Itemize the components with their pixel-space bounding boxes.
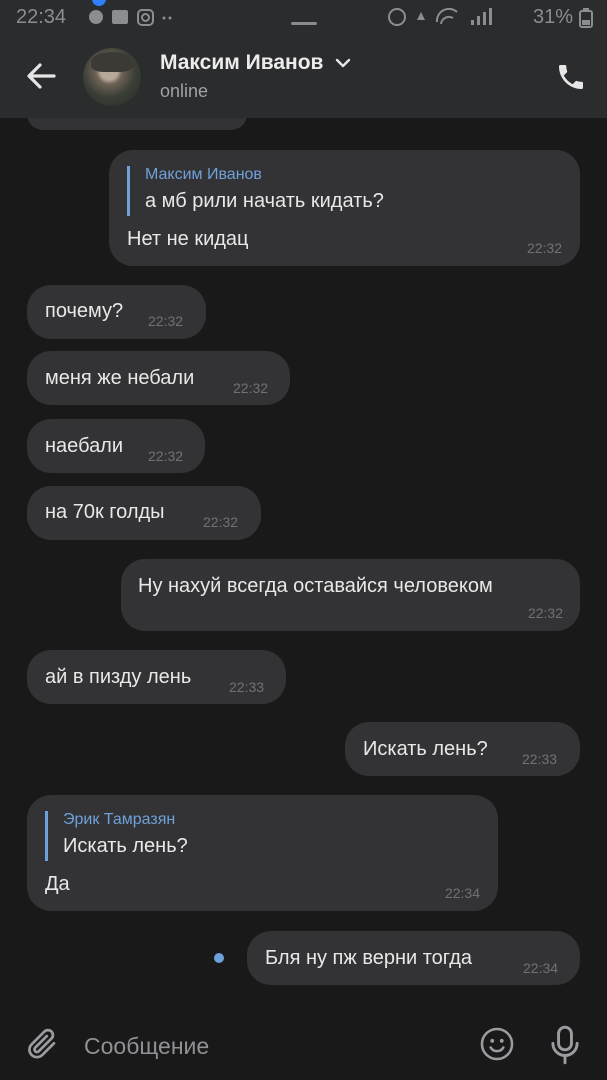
message-text: Нет не кидац — [127, 228, 249, 250]
chat-header: Максим Иванов online — [0, 36, 607, 118]
back-button[interactable] — [22, 54, 62, 98]
reply-quote[interactable]: Эрик Тамразян Искать лень? — [45, 811, 188, 861]
message-bubble-incoming[interactable]: наебали 22:32 — [27, 419, 205, 473]
message-time: 22:32 — [148, 448, 184, 464]
message-bubble-incoming[interactable]: ай в пизду лень 22:33 — [27, 650, 286, 704]
message-time: 22:34 — [523, 960, 559, 976]
message-bubble-outgoing[interactable]: Искать лень? 22:33 — [345, 722, 580, 776]
reply-text: а мб рили начать кидать? — [145, 190, 384, 212]
smiley-icon — [480, 1027, 514, 1061]
message-text: на 70к голды — [45, 501, 165, 523]
message-bubble-outgoing[interactable]: Максим Иванов а мб рили начать кидать? Н… — [109, 150, 580, 266]
reply-text: Искать лень? — [63, 835, 188, 857]
message-time: 22:33 — [229, 679, 265, 695]
message-text: Искать лень? — [363, 738, 488, 760]
voice-message-button[interactable] — [548, 1024, 582, 1066]
message-time: 22:32 — [148, 313, 184, 329]
contact-avatar[interactable] — [83, 48, 141, 106]
message-text: наебали — [45, 435, 124, 457]
message-time: 22:32 — [203, 514, 239, 530]
message-input[interactable] — [84, 1026, 444, 1066]
message-time: 22:34 — [444, 885, 480, 901]
contact-name-button[interactable]: Максим Иванов — [160, 51, 351, 75]
unread-indicator — [214, 953, 224, 963]
reply-quote[interactable]: Максим Иванов а мб рили начать кидать? — [127, 166, 384, 216]
message-time: 22:32 — [527, 605, 563, 621]
status-bar: 22:34 31% — [0, 0, 607, 36]
chevron-down-icon — [335, 51, 351, 75]
message-text: почему? — [45, 300, 124, 322]
battery-percent: 31% — [532, 6, 573, 28]
message-bubble-incoming[interactable]: меня же небали 22:32 — [27, 351, 290, 405]
battery-icon — [579, 8, 593, 34]
message-list[interactable]: Максим Иванов а мб рили начать кидать? Н… — [0, 118, 607, 1006]
attach-button[interactable] — [24, 1026, 60, 1062]
status-time: 22:34 — [16, 6, 67, 28]
phone-icon — [559, 65, 583, 89]
message-bubble-incoming[interactable]: почему? 22:32 — [27, 285, 206, 339]
message-text: меня же небали — [45, 367, 195, 389]
message-text: Да — [45, 873, 70, 895]
contact-name: Максим Иванов — [160, 51, 324, 74]
message-text: ай в пизду лень — [45, 666, 192, 688]
message-bubble-outgoing[interactable]: Бля ну пж верни тогда 22:34 — [247, 931, 580, 985]
composer-bar — [0, 1006, 607, 1080]
system-icons — [387, 6, 507, 33]
emoji-button[interactable] — [478, 1025, 516, 1063]
microphone-icon — [551, 1025, 579, 1065]
reply-author: Эрик Тамразян — [63, 811, 176, 828]
contact-status: online — [160, 81, 209, 101]
pull-handle — [291, 22, 317, 25]
message-bubble-incoming[interactable]: Эрик Тамразян Искать лень? Да 22:34 — [27, 795, 498, 911]
message-text: Бля ну пж верни тогда — [265, 947, 472, 969]
message-time: 22:32 — [526, 240, 562, 256]
call-button[interactable] — [555, 61, 587, 93]
message-bubble-outgoing[interactable]: Ну нахуй всегда оставайся человеком 22:3… — [121, 559, 580, 631]
notification-icons — [88, 6, 178, 33]
arrow-left-icon — [27, 63, 56, 89]
paperclip-icon — [28, 1028, 56, 1059]
message-bubble-incoming[interactable]: на 70к голды 22:32 — [27, 486, 261, 540]
message-text: Ну нахуй всегда оставайся человеком — [138, 575, 493, 597]
previous-message-bubble — [27, 118, 247, 130]
reply-author: Максим Иванов — [145, 166, 262, 183]
message-time: 22:33 — [522, 751, 558, 767]
message-time: 22:32 — [233, 380, 269, 396]
